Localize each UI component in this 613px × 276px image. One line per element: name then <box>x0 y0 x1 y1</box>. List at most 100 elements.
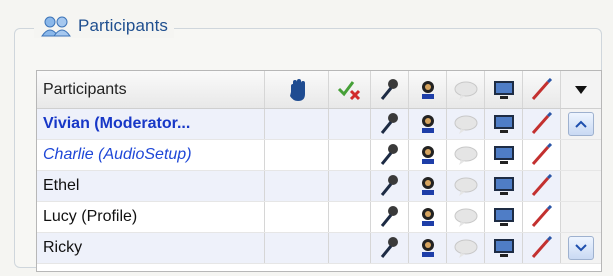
microphone-header[interactable] <box>371 71 409 108</box>
chevron-down-icon <box>575 244 587 252</box>
camera-icon <box>421 177 434 195</box>
approve-cell[interactable] <box>329 171 371 201</box>
camera-header[interactable] <box>409 71 447 108</box>
microphone-cell[interactable] <box>371 140 409 170</box>
raise-hand-cell[interactable] <box>265 171 329 201</box>
chat-icon <box>454 239 477 258</box>
scrollbar-track[interactable] <box>561 171 601 201</box>
microphone-icon <box>380 144 398 165</box>
participant-name-cell: Ricky <box>37 233 265 263</box>
screen-cell[interactable] <box>485 171 523 201</box>
pen-icon <box>531 112 552 134</box>
chat-cell[interactable] <box>447 140 485 170</box>
annotate-cell[interactable] <box>523 202 561 232</box>
participant-name: Charlie (AudioSetup) <box>43 146 192 163</box>
chat-icon <box>454 208 477 227</box>
participant-name: Ricky <box>43 239 83 256</box>
pen-icon <box>531 236 552 258</box>
participant-name-cell: Lucy (Profile) <box>37 202 265 232</box>
microphone-icon <box>380 206 398 227</box>
screen-icon <box>493 146 514 164</box>
scroll-up-area[interactable] <box>561 109 601 139</box>
chat-header[interactable] <box>447 71 485 108</box>
screen-cell[interactable] <box>485 140 523 170</box>
microphone-icon <box>380 175 398 196</box>
camera-cell[interactable] <box>409 202 447 232</box>
menu-arrow-icon <box>575 85 587 94</box>
microphone-cell[interactable] <box>371 233 409 263</box>
raise-hand-cell[interactable] <box>265 233 329 263</box>
camera-cell[interactable] <box>409 140 447 170</box>
raise-hand-cell[interactable] <box>265 109 329 139</box>
raise-hand-cell[interactable] <box>265 140 329 170</box>
approve-icon <box>337 80 360 100</box>
camera-icon <box>421 208 434 226</box>
raise-hand-header[interactable] <box>265 71 329 108</box>
pen-icon <box>531 174 552 196</box>
microphone-icon <box>380 237 398 258</box>
participants-table: Participants Vivian (Moderator... Charli… <box>36 70 602 272</box>
pen-icon <box>531 77 552 100</box>
camera-icon <box>421 115 434 133</box>
camera-cell[interactable] <box>409 109 447 139</box>
screen-cell[interactable] <box>485 202 523 232</box>
annotate-cell[interactable] <box>523 140 561 170</box>
participant-name-cell: Ethel <box>37 171 265 201</box>
table-row[interactable]: Vivian (Moderator... <box>37 109 601 140</box>
approve-cell[interactable] <box>329 233 371 263</box>
group-legend: Participants <box>34 14 175 38</box>
chat-cell[interactable] <box>447 202 485 232</box>
camera-cell[interactable] <box>409 171 447 201</box>
participant-name: Ethel <box>43 177 80 194</box>
screen-icon <box>493 239 514 257</box>
screen-cell[interactable] <box>485 109 523 139</box>
screen-icon <box>493 208 514 226</box>
participants-icon <box>40 14 72 38</box>
chevron-up-icon <box>575 120 587 128</box>
participant-name-cell: Vivian (Moderator... <box>37 109 265 139</box>
camera-icon <box>421 146 434 164</box>
participant-name: Lucy (Profile) <box>43 208 138 225</box>
pen-icon <box>531 143 552 165</box>
table-row[interactable]: Ethel <box>37 171 601 202</box>
approve-cell[interactable] <box>329 140 371 170</box>
scroll-up-button[interactable] <box>568 112 594 136</box>
participants-column-header[interactable]: Participants <box>37 71 265 108</box>
participant-name: Vivian (Moderator... <box>43 115 191 132</box>
scrollbar-track[interactable] <box>561 140 601 170</box>
chat-cell[interactable] <box>447 171 485 201</box>
microphone-icon <box>380 113 398 134</box>
annotate-cell[interactable] <box>523 171 561 201</box>
annotate-cell[interactable] <box>523 233 561 263</box>
camera-cell[interactable] <box>409 233 447 263</box>
screen-icon <box>493 115 514 133</box>
scroll-down-area[interactable] <box>561 233 601 263</box>
scroll-down-button[interactable] <box>568 236 594 260</box>
column-menu-button[interactable] <box>561 71 601 108</box>
microphone-cell[interactable] <box>371 171 409 201</box>
chat-cell[interactable] <box>447 233 485 263</box>
chat-icon <box>454 146 477 165</box>
microphone-icon <box>380 78 398 100</box>
approve-header[interactable] <box>329 71 371 108</box>
screen-header[interactable] <box>485 71 523 108</box>
table-row[interactable]: Lucy (Profile) <box>37 202 601 233</box>
microphone-cell[interactable] <box>371 109 409 139</box>
annotate-cell[interactable] <box>523 109 561 139</box>
chat-cell[interactable] <box>447 109 485 139</box>
approve-cell[interactable] <box>329 109 371 139</box>
chat-icon <box>454 115 477 134</box>
screen-cell[interactable] <box>485 233 523 263</box>
scrollbar-track[interactable] <box>561 202 601 232</box>
approve-cell[interactable] <box>329 202 371 232</box>
table-row[interactable]: Charlie (AudioSetup) <box>37 140 601 171</box>
annotate-header[interactable] <box>523 71 561 108</box>
table-row[interactable]: Ricky <box>37 233 601 264</box>
raise-hand-cell[interactable] <box>265 202 329 232</box>
table-header: Participants <box>37 71 601 109</box>
pen-icon <box>531 205 552 227</box>
screen-icon <box>493 177 514 195</box>
screen-icon <box>493 80 514 99</box>
microphone-cell[interactable] <box>371 202 409 232</box>
camera-icon <box>421 239 434 257</box>
